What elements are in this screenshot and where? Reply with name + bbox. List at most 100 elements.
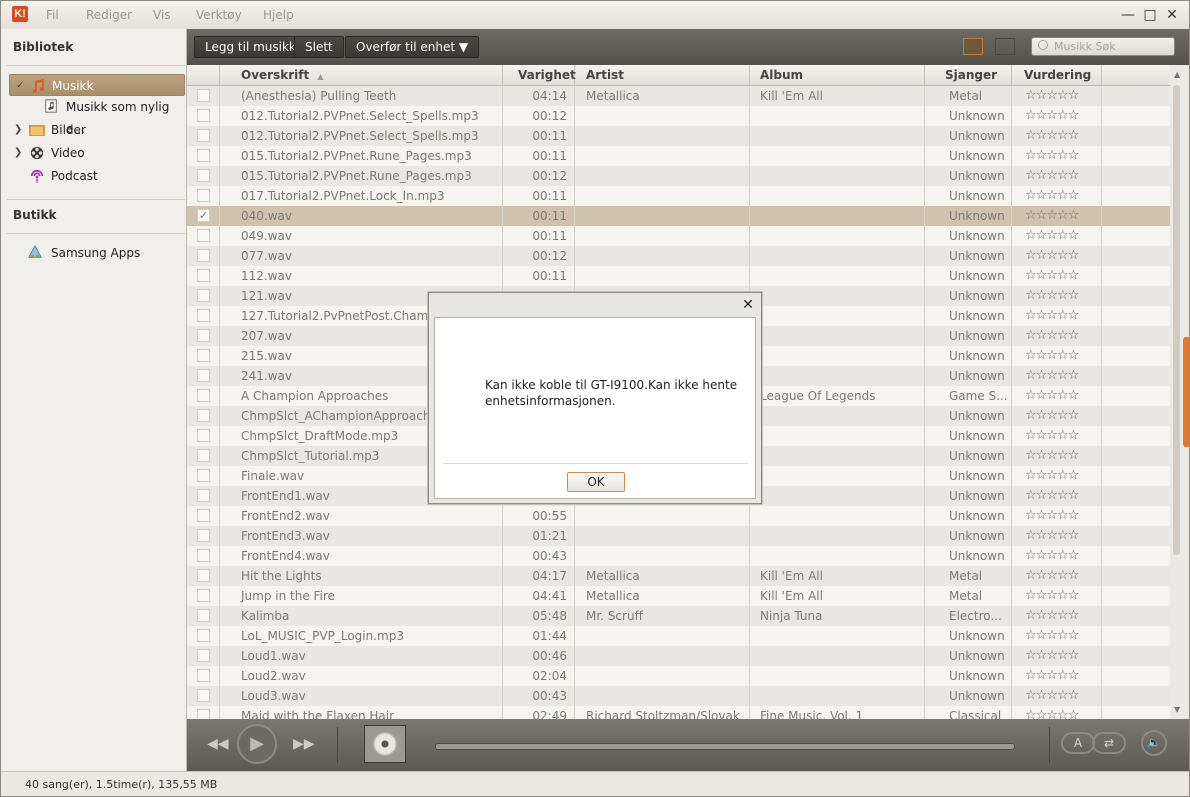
row-checkbox[interactable] <box>197 189 210 202</box>
row-checkbox[interactable] <box>197 689 210 702</box>
rating-stars-icon[interactable]: ☆☆☆☆☆ <box>1012 246 1102 266</box>
search-input[interactable]: Musikk Søk <box>1031 37 1175 56</box>
row-checkbox[interactable] <box>197 229 210 242</box>
ok-button[interactable]: OK <box>567 472 625 492</box>
table-row[interactable]: LoL_MUSIC_PVP_Login.mp3 01:44 Unknown ☆☆☆☆☆ <box>187 626 1170 646</box>
shuffle-button[interactable]: ⇄ <box>1092 732 1126 754</box>
transfer-to-device-button[interactable]: Overfør til enhet ▼ <box>345 36 480 58</box>
table-row[interactable]: FrontEnd2.wav 00:55 Unknown ☆☆☆☆☆ <box>187 506 1170 526</box>
sidebar-item-samsung-apps[interactable]: Samsung Apps <box>9 242 185 264</box>
table-row[interactable]: 017.Tutorial2.PVPnet.Lock_In.mp3 00:11 Unk… <box>187 186 1170 206</box>
rating-stars-icon[interactable]: ☆☆☆☆☆ <box>1012 606 1102 626</box>
table-row[interactable]: 049.wav 00:11 Unknown ☆☆☆☆☆ <box>187 226 1170 246</box>
rating-stars-icon[interactable]: ☆☆☆☆☆ <box>1012 206 1102 226</box>
row-checkbox[interactable] <box>197 509 210 522</box>
header-duration[interactable]: Varighet <box>503 65 576 85</box>
side-panel-tab[interactable] <box>1183 337 1189 447</box>
rating-stars-icon[interactable]: ☆☆☆☆☆ <box>1012 286 1102 306</box>
repeat-button[interactable]: A <box>1061 732 1095 754</box>
row-checkbox[interactable] <box>197 389 210 402</box>
rating-stars-icon[interactable]: ☆☆☆☆☆ <box>1012 366 1102 386</box>
row-checkbox[interactable] <box>197 529 210 542</box>
sidebar-item-podcast[interactable]: Podcast <box>9 165 185 187</box>
rating-stars-icon[interactable]: ☆☆☆☆☆ <box>1012 166 1102 186</box>
table-row[interactable]: 112.wav 00:11 Unknown ☆☆☆☆☆ <box>187 266 1170 286</box>
close-window-button[interactable]: ✕ <box>1162 5 1182 25</box>
row-checkbox[interactable] <box>197 709 210 719</box>
rating-stars-icon[interactable]: ☆☆☆☆☆ <box>1012 646 1102 666</box>
table-row[interactable]: ✓ 040.wav 00:11 Unknown ☆☆☆☆☆ <box>187 206 1170 226</box>
row-checkbox[interactable] <box>197 369 210 382</box>
scroll-down-icon[interactable]: ▼ <box>1174 705 1180 714</box>
chevron-right-icon[interactable]: ❯ <box>14 119 22 141</box>
rating-stars-icon[interactable]: ☆☆☆☆☆ <box>1012 126 1102 146</box>
table-row[interactable]: Loud3.wav 00:43 Unknown ☆☆☆☆☆ <box>187 686 1170 706</box>
menu-file[interactable]: Fil <box>46 8 59 22</box>
row-checkbox[interactable] <box>197 329 210 342</box>
rating-stars-icon[interactable]: ☆☆☆☆☆ <box>1012 326 1102 346</box>
row-checkbox[interactable] <box>197 249 210 262</box>
row-checkbox[interactable] <box>197 449 210 462</box>
rating-stars-icon[interactable]: ☆☆☆☆☆ <box>1012 486 1102 506</box>
rating-stars-icon[interactable]: ☆☆☆☆☆ <box>1012 306 1102 326</box>
menu-view[interactable]: Vis <box>153 8 171 22</box>
header-title[interactable]: Overskrift ▲ <box>220 65 503 85</box>
scroll-up-icon[interactable]: ▲ <box>1174 70 1180 79</box>
table-row[interactable]: 012.Tutorial2.PVPnet.Select_Spells.mp3 00… <box>187 106 1170 126</box>
table-row[interactable]: 012.Tutorial2.PVPnet.Select_Spells.mp3 00… <box>187 126 1170 146</box>
scrollbar-thumb[interactable] <box>1173 85 1180 555</box>
row-checkbox[interactable] <box>197 289 210 302</box>
rating-stars-icon[interactable]: ☆☆☆☆☆ <box>1012 626 1102 646</box>
rating-stars-icon[interactable]: ☆☆☆☆☆ <box>1012 386 1102 406</box>
header-album[interactable]: Album <box>750 65 925 85</box>
menu-help[interactable]: Hjelp <box>263 8 294 22</box>
row-checkbox[interactable] <box>197 349 210 362</box>
row-checkbox[interactable] <box>197 669 210 682</box>
rating-stars-icon[interactable]: ☆☆☆☆☆ <box>1012 226 1102 246</box>
rating-stars-icon[interactable]: ☆☆☆☆☆ <box>1012 86 1102 106</box>
table-row[interactable]: Jump in the Fire 04:41 Metallica Kill 'Em A… <box>187 586 1170 606</box>
rating-stars-icon[interactable]: ☆☆☆☆☆ <box>1012 546 1102 566</box>
sidebar-item-pictures[interactable]: ❯ Bilder <box>9 119 185 141</box>
rating-stars-icon[interactable]: ☆☆☆☆☆ <box>1012 106 1102 126</box>
sidebar-item-video[interactable]: ❯ Video <box>9 142 185 164</box>
row-checkbox[interactable] <box>197 129 210 142</box>
volume-button[interactable]: 🔈 <box>1141 730 1167 756</box>
table-row[interactable]: FrontEnd3.wav 01:21 Unknown ☆☆☆☆☆ <box>187 526 1170 546</box>
rating-stars-icon[interactable]: ☆☆☆☆☆ <box>1012 186 1102 206</box>
header-rating[interactable]: Vurdering <box>1012 65 1102 85</box>
rating-stars-icon[interactable]: ☆☆☆☆☆ <box>1012 426 1102 446</box>
row-checkbox[interactable] <box>197 649 210 662</box>
rating-stars-icon[interactable]: ☆☆☆☆☆ <box>1012 266 1102 286</box>
play-button[interactable]: ▶ <box>237 724 277 764</box>
row-checkbox[interactable] <box>197 549 210 562</box>
row-checkbox[interactable] <box>197 589 210 602</box>
row-checkbox[interactable] <box>197 469 210 482</box>
row-checkbox[interactable] <box>197 569 210 582</box>
table-row[interactable]: Hit the Lights 04:17 Metallica Kill 'Em All… <box>187 566 1170 586</box>
rating-stars-icon[interactable]: ☆☆☆☆☆ <box>1012 346 1102 366</box>
table-row[interactable]: Loud2.wav 02:04 Unknown ☆☆☆☆☆ <box>187 666 1170 686</box>
progress-slider[interactable] <box>435 743 1015 750</box>
rating-stars-icon[interactable]: ☆☆☆☆☆ <box>1012 706 1102 719</box>
rating-stars-icon[interactable]: ☆☆☆☆☆ <box>1012 406 1102 426</box>
row-checkbox[interactable] <box>197 269 210 282</box>
rating-stars-icon[interactable]: ☆☆☆☆☆ <box>1012 526 1102 546</box>
rating-stars-icon[interactable]: ☆☆☆☆☆ <box>1012 446 1102 466</box>
table-row[interactable]: 015.Tutorial2.PVPnet.Rune_Pages.mp3 00:12… <box>187 166 1170 186</box>
table-row[interactable]: 015.Tutorial2.PVPnet.Rune_Pages.mp3 00:11… <box>187 146 1170 166</box>
table-row[interactable]: 077.wav 00:12 Unknown ☆☆☆☆☆ <box>187 246 1170 266</box>
list-view-icon[interactable] <box>963 38 983 55</box>
rating-stars-icon[interactable]: ☆☆☆☆☆ <box>1012 146 1102 166</box>
row-checkbox[interactable] <box>197 169 210 182</box>
rating-stars-icon[interactable]: ☆☆☆☆☆ <box>1012 686 1102 706</box>
table-row[interactable]: (Anesthesia) Pulling Teeth 04:14 Metallica… <box>187 86 1170 106</box>
header-genre[interactable]: Sjanger <box>925 65 1012 85</box>
row-checkbox[interactable] <box>197 629 210 642</box>
sidebar-item-music[interactable]: ✓ Musikk <box>9 74 185 96</box>
menu-edit[interactable]: Rediger <box>86 8 132 22</box>
header-checkbox-column[interactable] <box>187 65 220 85</box>
row-checkbox[interactable] <box>197 409 210 422</box>
rating-stars-icon[interactable]: ☆☆☆☆☆ <box>1012 666 1102 686</box>
add-music-button[interactable]: Legg til musikk <box>194 36 307 58</box>
